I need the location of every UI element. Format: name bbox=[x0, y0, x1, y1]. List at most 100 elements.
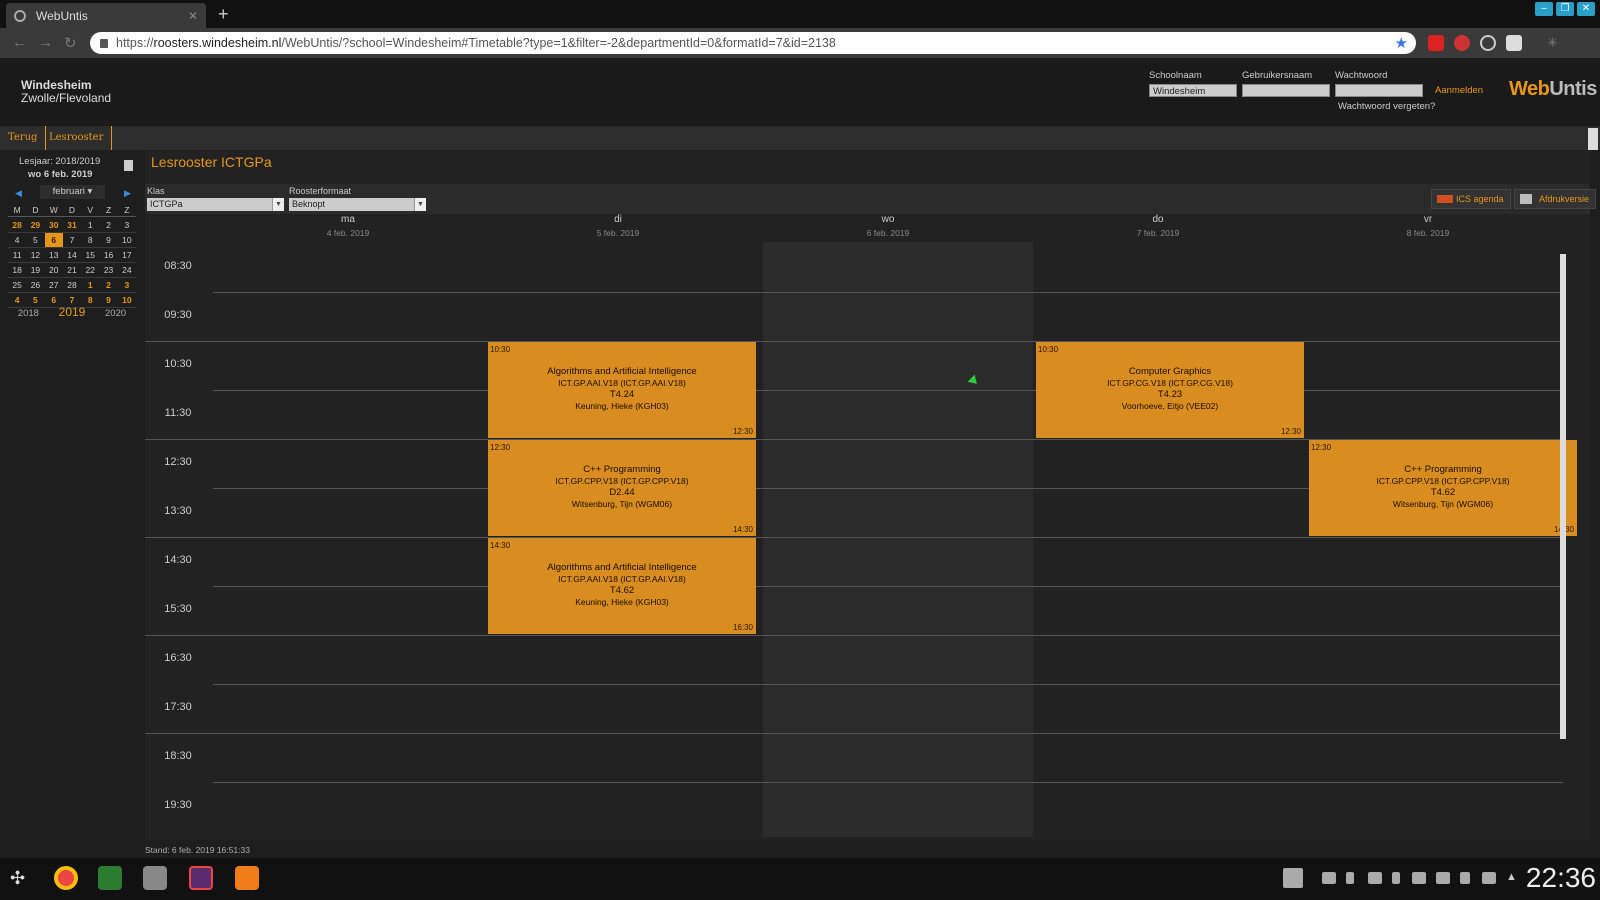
calendar-day[interactable]: 8 bbox=[81, 233, 99, 247]
timetable-grid: 08:30 09:30 10:30 11:30 12:30 13:30 14:3… bbox=[145, 242, 1585, 837]
reload-icon[interactable]: ↻ bbox=[64, 34, 77, 52]
school-input[interactable]: Windesheim bbox=[1149, 84, 1237, 97]
address-bar[interactable]: https://roosters.windesheim.nl/WebUntis/… bbox=[90, 32, 1416, 54]
calendar-day[interactable]: 4 bbox=[8, 233, 26, 247]
extension-icon[interactable] bbox=[1428, 35, 1444, 51]
close-window-icon[interactable]: ✕ bbox=[1577, 2, 1595, 16]
keyboard-icon[interactable] bbox=[1412, 872, 1426, 884]
file-manager-icon[interactable] bbox=[98, 866, 122, 890]
timetable-scrollbar[interactable] bbox=[1558, 244, 1568, 834]
calendar-day[interactable]: 28 bbox=[63, 278, 81, 292]
login-button[interactable]: Aanmelden bbox=[1435, 85, 1483, 96]
lesson-block[interactable]: 10:30 Computer Graphics ICT.GP.CG.V18 (I… bbox=[1036, 342, 1304, 438]
scrollbar-thumb[interactable] bbox=[1560, 254, 1566, 739]
bookmark-star-icon[interactable]: ★ bbox=[1395, 34, 1408, 52]
nav-back-link[interactable]: Terug bbox=[0, 126, 47, 150]
calendar-day[interactable]: 24 bbox=[118, 263, 136, 277]
forgot-password-link[interactable]: Wachtwoord vergeten? bbox=[1338, 101, 1435, 112]
lesson-end: 12:30 bbox=[1280, 427, 1301, 436]
calendar-day[interactable]: 30 bbox=[45, 218, 63, 232]
year-prev[interactable]: 2018 bbox=[18, 308, 39, 319]
calendar-day[interactable]: 31 bbox=[63, 218, 81, 232]
page-scrollbar[interactable] bbox=[1588, 128, 1598, 150]
calendar-day[interactable]: 2 bbox=[99, 218, 117, 232]
tray-expand-icon[interactable]: ▲ bbox=[1506, 871, 1517, 883]
month-prev-icon[interactable]: ◀ bbox=[15, 188, 22, 199]
calendar-day[interactable]: 29 bbox=[26, 218, 44, 232]
username-input[interactable] bbox=[1242, 84, 1330, 97]
print-version-button[interactable]: Afdrukversie bbox=[1514, 189, 1597, 209]
calendar-day[interactable]: 25 bbox=[8, 278, 26, 292]
new-tab-button[interactable]: + bbox=[218, 4, 229, 25]
calendar-day[interactable]: 15 bbox=[81, 248, 99, 262]
calendar-day[interactable]: 9 bbox=[99, 233, 117, 247]
lesson-block[interactable]: 12:30 C++ Programming ICT.GP.CPP.V18 (IC… bbox=[488, 440, 756, 536]
calendar-day[interactable]: 26 bbox=[26, 278, 44, 292]
calendar-day[interactable]: 1 bbox=[81, 218, 99, 232]
format-select[interactable]: Beknopt ▼ bbox=[289, 198, 426, 211]
calendar-day[interactable]: 14 bbox=[63, 248, 81, 262]
rider-icon[interactable] bbox=[189, 866, 213, 890]
calendar-day[interactable]: 10 bbox=[118, 233, 136, 247]
chevron-down-icon[interactable]: ▼ bbox=[272, 198, 284, 211]
app-launcher-icon[interactable]: ✣ bbox=[10, 868, 25, 889]
calendar-day[interactable]: 3 bbox=[118, 278, 136, 292]
extension-icon[interactable] bbox=[1480, 35, 1496, 51]
calendar-day[interactable]: 20 bbox=[45, 263, 63, 277]
year-current[interactable]: 2019 bbox=[59, 305, 86, 319]
back-arrow-icon[interactable]: ← bbox=[12, 34, 27, 51]
calendar-day[interactable]: 12 bbox=[26, 248, 44, 262]
year-next[interactable]: 2020 bbox=[105, 308, 126, 319]
lesson-block[interactable]: 12:30 C++ Programming ICT.GP.CPP.V18 (IC… bbox=[1309, 440, 1577, 536]
calendar-day[interactable]: 28 bbox=[8, 218, 26, 232]
calendar-day[interactable]: 5 bbox=[26, 233, 44, 247]
minimize-icon[interactable]: – bbox=[1535, 2, 1553, 16]
sublime-text-icon[interactable] bbox=[235, 866, 259, 890]
maximize-icon[interactable]: ❐ bbox=[1556, 2, 1574, 16]
calendar-day[interactable]: 16 bbox=[99, 248, 117, 262]
clock[interactable]: 22:36 bbox=[1526, 862, 1596, 894]
extension-icon[interactable] bbox=[1506, 35, 1522, 51]
calendar-day[interactable]: 7 bbox=[63, 233, 81, 247]
calendar-day[interactable]: 11 bbox=[8, 248, 26, 262]
lesson-block[interactable]: 14:30 Algorithms and Artificial Intellig… bbox=[488, 538, 756, 634]
calendar-day[interactable]: 27 bbox=[45, 278, 63, 292]
calendar-day[interactable]: 18 bbox=[8, 263, 26, 277]
ics-agenda-button[interactable]: ICS agenda bbox=[1431, 189, 1511, 209]
calendar-day[interactable]: 22 bbox=[81, 263, 99, 277]
chrome-icon[interactable] bbox=[54, 866, 78, 890]
lesson-block[interactable]: 10:30 Algorithms and Artificial Intellig… bbox=[488, 342, 756, 438]
calendar-day[interactable]: 13 bbox=[45, 248, 63, 262]
password-input[interactable] bbox=[1335, 84, 1423, 97]
tray-icon[interactable] bbox=[1346, 872, 1354, 884]
calendar-day[interactable]: 23 bbox=[99, 263, 117, 277]
calendar-day[interactable]: 1 bbox=[81, 278, 99, 292]
image-viewer-icon[interactable] bbox=[143, 866, 167, 890]
extension-icon[interactable] bbox=[1454, 35, 1470, 51]
volume-icon[interactable] bbox=[1482, 872, 1496, 884]
close-tab-icon[interactable]: ✕ bbox=[188, 9, 198, 23]
display-icon[interactable] bbox=[1436, 872, 1450, 884]
chevron-down-icon[interactable]: ▼ bbox=[414, 198, 426, 211]
month-select[interactable]: februari ▾ bbox=[40, 185, 105, 199]
calendar-day[interactable]: 21 bbox=[63, 263, 81, 277]
browser-tab[interactable]: WebUntis ✕ bbox=[6, 3, 206, 28]
half-hour-line bbox=[213, 684, 1563, 685]
month-next-icon[interactable]: ▶ bbox=[124, 188, 131, 199]
discord-icon[interactable] bbox=[1322, 872, 1336, 884]
class-select[interactable]: ICTGPa ▼ bbox=[147, 198, 284, 211]
calendar-day-today[interactable]: 6 bbox=[44, 233, 63, 247]
calendar-day[interactable]: 17 bbox=[118, 248, 136, 262]
disk-icon[interactable] bbox=[1283, 868, 1303, 888]
extension-icon[interactable]: ✳ bbox=[1547, 35, 1563, 51]
print-icon[interactable] bbox=[124, 160, 133, 171]
calendar-day[interactable]: 3 bbox=[118, 218, 136, 232]
calendar-day[interactable]: 2 bbox=[99, 278, 117, 292]
calendar-day[interactable]: 19 bbox=[26, 263, 44, 277]
bluetooth-icon[interactable] bbox=[1392, 872, 1400, 884]
steam-icon[interactable] bbox=[1368, 872, 1382, 884]
forward-arrow-icon[interactable]: → bbox=[38, 34, 53, 51]
nav-timetable-link[interactable]: Lesrooster bbox=[41, 126, 113, 150]
clipboard-icon[interactable] bbox=[1460, 872, 1470, 884]
lesson-code: ICT.GP.CPP.V18 (ICT.GP.CPP.V18) bbox=[555, 476, 689, 486]
